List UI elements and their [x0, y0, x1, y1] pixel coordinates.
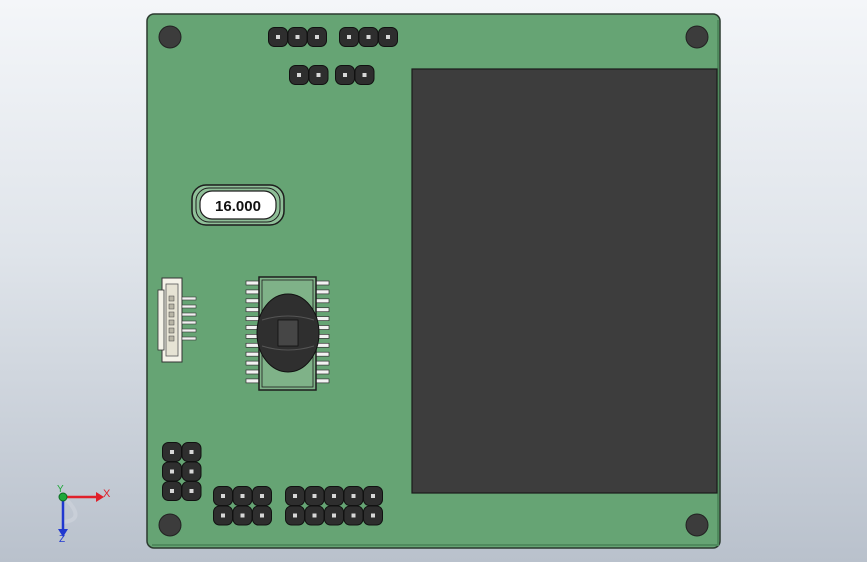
ic-lead-left	[245, 342, 260, 348]
board-drawing: 16.000 X Y Z	[57, 13, 721, 549]
ic-lead-left	[245, 360, 260, 366]
connector-pin	[181, 320, 197, 325]
header-bottom-mid[interactable]	[213, 486, 272, 526]
mounting-hole-bottom-left	[158, 513, 182, 537]
header-top-b[interactable]	[339, 27, 398, 47]
header-bottom-left[interactable]	[162, 442, 202, 501]
ic-lead-left	[245, 351, 260, 357]
connector-pin	[181, 304, 197, 309]
ic-lead-right	[315, 307, 330, 313]
triad-z-label: Z	[59, 534, 65, 545]
pin-tip	[343, 73, 347, 77]
crystal-frequency-label: 16.000	[215, 198, 261, 215]
ic-lead-right	[315, 369, 330, 375]
pin-tip	[240, 513, 245, 518]
ic-lead-left	[245, 316, 260, 321]
pin-tip	[347, 35, 351, 39]
pin-tip	[316, 73, 321, 77]
cad-viewport[interactable]: 16.000 X Y Z	[0, 0, 867, 562]
connector-contact	[168, 335, 175, 342]
pin-tip	[332, 494, 336, 498]
header-top-a[interactable]	[268, 27, 327, 47]
pin-tip	[293, 494, 297, 498]
ic-lead-right	[315, 360, 330, 366]
pin-tip	[386, 35, 390, 39]
lcd-display-module[interactable]	[411, 68, 718, 494]
pin-tip	[260, 513, 264, 518]
pin-tip	[366, 35, 371, 39]
pin-tip	[240, 494, 245, 498]
triad-x-label: X	[103, 488, 111, 500]
ic-lead-right	[315, 289, 330, 295]
pin-tip	[371, 513, 375, 518]
pin-tip	[170, 489, 174, 493]
pin-tip	[371, 494, 375, 498]
ic-lead-left	[245, 298, 260, 304]
header-bottom-right[interactable]	[285, 486, 383, 526]
ic-lead-right	[315, 298, 330, 304]
ic-lead-left	[245, 280, 260, 286]
connector-pin	[181, 328, 197, 333]
pin-tip	[170, 450, 174, 454]
connector-contact	[168, 311, 175, 318]
pin-tip	[221, 494, 225, 498]
pin-tip	[276, 35, 280, 39]
ic-lead-left	[245, 369, 260, 375]
pin-tip	[362, 73, 367, 77]
pin-tip	[260, 494, 264, 498]
connector-contact	[168, 327, 175, 334]
pin-tip	[189, 469, 194, 474]
pin-tip	[295, 35, 300, 39]
pin-tip	[351, 513, 356, 518]
connector-contact	[168, 295, 175, 302]
pin-tip	[170, 469, 174, 474]
pin-tip	[297, 73, 301, 77]
mounting-hole-bottom-right	[685, 513, 709, 537]
mounting-hole-top-right	[685, 25, 709, 49]
ic-lead-left	[245, 378, 260, 384]
pin-tip	[312, 494, 317, 498]
ic-lead-right	[315, 316, 330, 321]
crystal-oscillator[interactable]: 16.000	[191, 184, 285, 226]
pin-tip	[221, 513, 225, 518]
pin-tip	[189, 450, 194, 454]
ic-lead-right	[315, 378, 330, 384]
connector-pin	[181, 312, 197, 317]
triad-y-label: Y	[57, 484, 64, 495]
pin-tip	[312, 513, 317, 518]
ic-lead-left	[245, 307, 260, 313]
ic-chip[interactable]	[245, 276, 330, 391]
connector-pin	[181, 296, 197, 301]
pin-tip	[315, 35, 319, 39]
pin-tip	[351, 494, 356, 498]
pin-tip	[293, 513, 297, 518]
connector-contact	[168, 319, 175, 326]
ic-lead-right	[315, 280, 330, 286]
mounting-hole-top-left	[158, 25, 182, 49]
connector-contact	[168, 303, 175, 310]
connector-pin	[181, 336, 197, 341]
pin-tip	[332, 513, 336, 518]
ic-lead-right	[315, 351, 330, 357]
pin-tip	[189, 489, 194, 493]
ic-lead-left	[245, 289, 260, 295]
coordinate-triad: X Y Z	[57, 484, 111, 545]
